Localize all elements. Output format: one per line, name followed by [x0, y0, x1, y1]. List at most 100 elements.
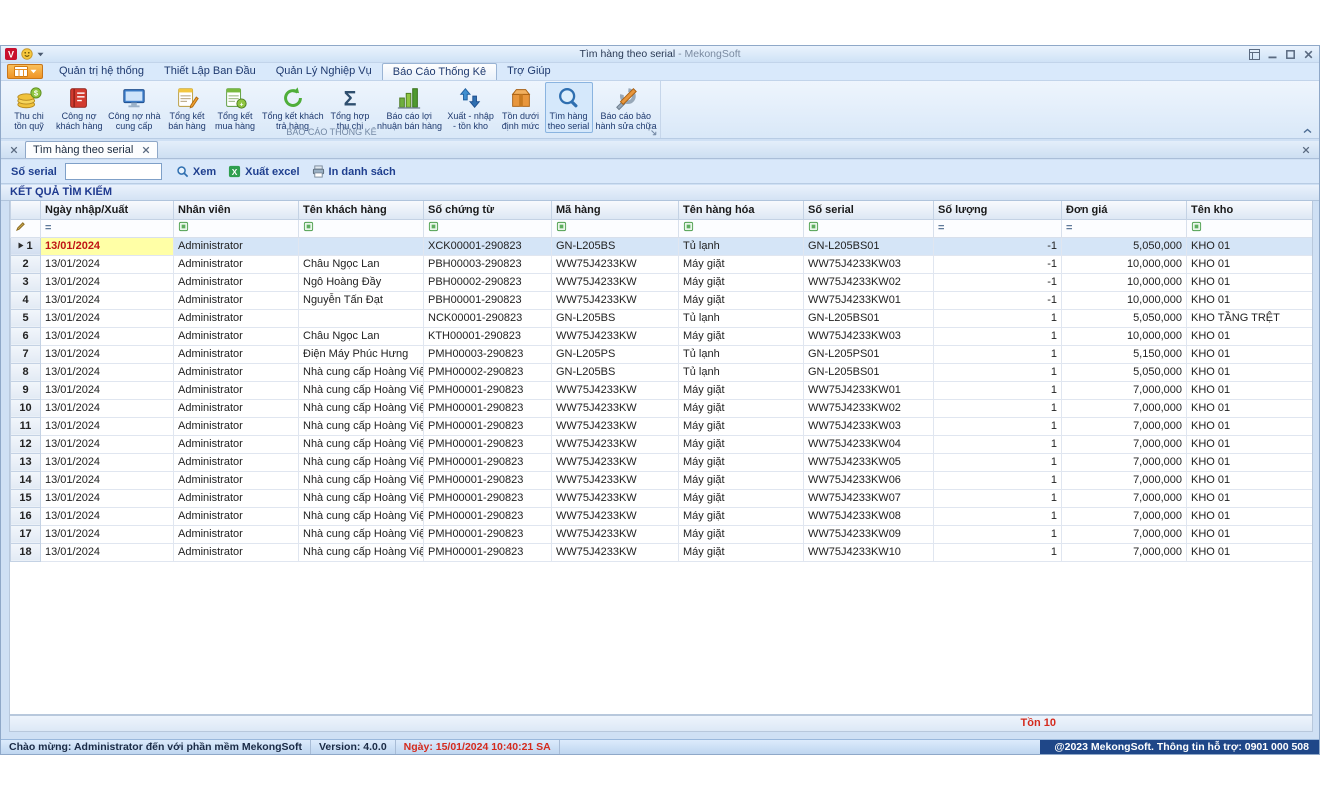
cell[interactable]: 1 — [934, 507, 1062, 525]
cell[interactable]: 1 — [934, 543, 1062, 561]
ribbon-button-12[interactable]: Báo cáo bảohành sửa chữa — [593, 82, 660, 133]
cell[interactable]: 13/01/2024 — [41, 327, 174, 345]
cell[interactable]: Máy giặt — [679, 327, 804, 345]
filter-cell-10[interactable] — [1187, 219, 1314, 237]
filter-cell-4[interactable] — [424, 219, 552, 237]
cell[interactable]: 1 — [934, 363, 1062, 381]
column-header-4[interactable]: Số chứng từ — [424, 201, 552, 219]
cell[interactable]: Administrator — [174, 525, 299, 543]
minimize-icon[interactable] — [1267, 49, 1278, 60]
cell[interactable]: 1 — [934, 489, 1062, 507]
cell[interactable]: Điện Máy Phúc Hưng — [299, 345, 424, 363]
table-row[interactable]: 1513/01/2024AdministratorNhà cung cấp Ho… — [11, 489, 1314, 507]
cell[interactable]: PMH00001-290823 — [424, 471, 552, 489]
cell[interactable]: WW75J4233KW06 — [804, 471, 934, 489]
ribbon-button-4[interactable]: Tổng kếtbán hàng — [163, 82, 211, 133]
ribbon-tab-2[interactable]: Thiết Lập Ban Đầu — [154, 63, 266, 80]
cell[interactable]: 1 — [934, 309, 1062, 327]
cell[interactable]: Administrator — [174, 381, 299, 399]
cell[interactable]: WW75J4233KW03 — [804, 255, 934, 273]
filter-cell-9[interactable]: = — [1062, 219, 1187, 237]
cell[interactable]: -1 — [934, 255, 1062, 273]
cell[interactable]: Nhà cung cấp Hoàng Việt — [299, 363, 424, 381]
cell[interactable]: Máy giặt — [679, 453, 804, 471]
cell[interactable]: KHO 01 — [1187, 291, 1314, 309]
cell[interactable]: KHO 01 — [1187, 345, 1314, 363]
filter-cell-2[interactable] — [174, 219, 299, 237]
filter-cell-5[interactable] — [552, 219, 679, 237]
table-row[interactable]: 213/01/2024AdministratorChâu Ngọc LanPBH… — [11, 255, 1314, 273]
cell[interactable]: PBH00003-290823 — [424, 255, 552, 273]
cell[interactable]: GN-L205BS01 — [804, 237, 934, 255]
table-row[interactable]: 1413/01/2024AdministratorNhà cung cấp Ho… — [11, 471, 1314, 489]
ribbon-button-3[interactable]: Công nợ nhàcung cấp — [105, 82, 163, 133]
cell[interactable]: 7,000,000 — [1062, 471, 1187, 489]
ribbon-button-7[interactable]: ΣTổng hợpthu chi — [326, 82, 374, 133]
cell[interactable]: 10,000,000 — [1062, 327, 1187, 345]
ribbon-collapse-icon[interactable] — [1303, 128, 1312, 134]
cell[interactable]: PMH00001-290823 — [424, 525, 552, 543]
cell[interactable]: PMH00003-290823 — [424, 345, 552, 363]
column-header-6[interactable]: Tên hàng hóa — [679, 201, 804, 219]
cell[interactable]: 7,000,000 — [1062, 399, 1187, 417]
table-row[interactable]: 513/01/2024AdministratorNCK00001-290823G… — [11, 309, 1314, 327]
filter-cell-1[interactable]: = — [41, 219, 174, 237]
cell[interactable]: Máy giặt — [679, 273, 804, 291]
cell[interactable]: GN-L205BS — [552, 363, 679, 381]
cell[interactable]: WW75J4233KW07 — [804, 489, 934, 507]
serial-input[interactable] — [65, 163, 162, 180]
cell[interactable]: Châu Ngọc Lan — [299, 327, 424, 345]
ribbon-button-9[interactable]: Xuất - nhập- tồn kho — [444, 82, 496, 133]
filter-cell-6[interactable] — [679, 219, 804, 237]
cell[interactable]: Máy giặt — [679, 489, 804, 507]
dialog-launcher-icon[interactable] — [648, 127, 657, 136]
ribbon-button-5[interactable]: +Tổng kếtmua hàng — [211, 82, 259, 133]
cell[interactable]: Administrator — [174, 363, 299, 381]
cell[interactable]: KHO 01 — [1187, 399, 1314, 417]
row-number[interactable]: 5 — [11, 309, 41, 327]
table-row[interactable]: 1213/01/2024AdministratorNhà cung cấp Ho… — [11, 435, 1314, 453]
cell[interactable]: Administrator — [174, 507, 299, 525]
column-header-8[interactable]: Số lượng — [934, 201, 1062, 219]
cell[interactable]: 5,050,000 — [1062, 309, 1187, 327]
cell[interactable]: Administrator — [174, 255, 299, 273]
cell[interactable]: Administrator — [174, 345, 299, 363]
cell[interactable]: Nhà cung cấp Hoàng Việt — [299, 435, 424, 453]
cell[interactable]: Ngô Hoàng Đầy — [299, 273, 424, 291]
cell[interactable]: 13/01/2024 — [41, 273, 174, 291]
row-number[interactable]: 4 — [11, 291, 41, 309]
column-header-9[interactable]: Đơn giá — [1062, 201, 1187, 219]
cell[interactable]: Administrator — [174, 435, 299, 453]
cell[interactable]: WW75J4233KW05 — [804, 453, 934, 471]
skin-select-icon[interactable] — [1249, 49, 1260, 60]
cell[interactable]: KHO TẦNG TRỆT — [1187, 309, 1314, 327]
cell[interactable]: Máy giặt — [679, 399, 804, 417]
cell[interactable]: Administrator — [174, 291, 299, 309]
cell[interactable]: WW75J4233KW — [552, 489, 679, 507]
table-row[interactable]: 313/01/2024AdministratorNgô Hoàng ĐầyPBH… — [11, 273, 1314, 291]
column-header-3[interactable]: Tên khách hàng — [299, 201, 424, 219]
cell[interactable]: Máy giặt — [679, 471, 804, 489]
cell[interactable]: WW75J4233KW03 — [804, 417, 934, 435]
cell[interactable]: Administrator — [174, 489, 299, 507]
table-row[interactable]: 813/01/2024AdministratorNhà cung cấp Hoà… — [11, 363, 1314, 381]
cell[interactable] — [299, 309, 424, 327]
cell[interactable]: KHO 01 — [1187, 273, 1314, 291]
row-number[interactable]: 8 — [11, 363, 41, 381]
cell[interactable]: 5,050,000 — [1062, 237, 1187, 255]
cell[interactable]: 13/01/2024 — [41, 417, 174, 435]
cell[interactable]: GN-L205BS — [552, 237, 679, 255]
row-number[interactable]: 2 — [11, 255, 41, 273]
cell[interactable]: KHO 01 — [1187, 435, 1314, 453]
cell[interactable]: WW75J4233KW04 — [804, 435, 934, 453]
cell[interactable]: PMH00002-290823 — [424, 363, 552, 381]
cell[interactable]: WW75J4233KW — [552, 291, 679, 309]
cell[interactable]: 13/01/2024 — [41, 363, 174, 381]
cell[interactable]: -1 — [934, 237, 1062, 255]
ribbon-button-8[interactable]: Báo cáo lợinhuận bán hàng — [374, 82, 444, 133]
cell[interactable]: WW75J4233KW — [552, 471, 679, 489]
print-list-button[interactable]: In danh sách — [312, 165, 396, 178]
cell[interactable]: WW75J4233KW03 — [804, 327, 934, 345]
cell[interactable]: Administrator — [174, 417, 299, 435]
cell[interactable]: WW75J4233KW — [552, 453, 679, 471]
